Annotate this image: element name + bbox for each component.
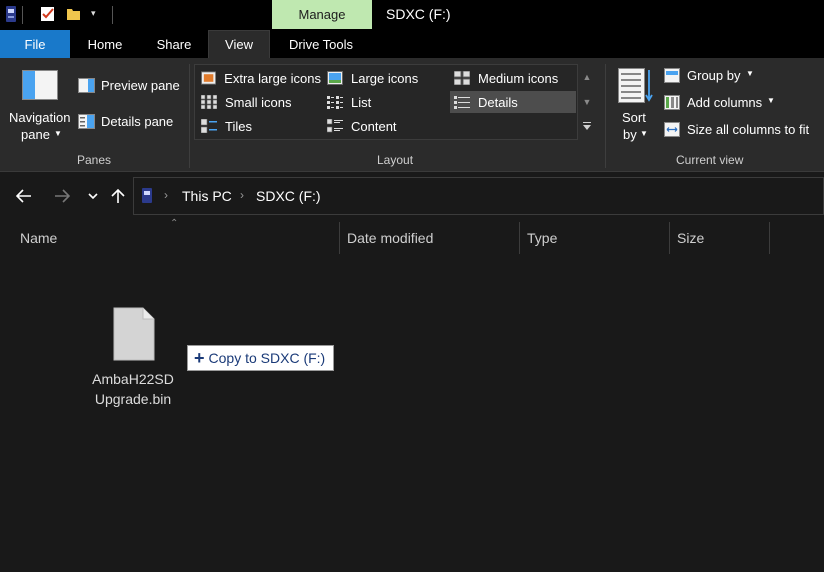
file-name-line-1: AmbaH22SD	[92, 371, 174, 387]
group-by-button[interactable]: Group by ▼	[664, 66, 814, 86]
navigation-bar: › This PC › SDXC (F:)	[0, 172, 824, 220]
layout-large-icons[interactable]: Large icons	[323, 67, 447, 89]
column-header-date-modified[interactable]: Date modified	[339, 222, 519, 254]
title-separator	[112, 6, 113, 24]
ribbon-tabs: File Home Share View Drive Tools	[0, 30, 824, 58]
drag-copy-tooltip-text: Copy to SDXC (F:)	[208, 350, 326, 366]
preview-pane-icon	[78, 78, 95, 96]
file-icon	[113, 307, 155, 364]
recent-locations-chevron-icon[interactable]	[83, 186, 103, 206]
tab-drive-tools[interactable]: Drive Tools	[270, 30, 372, 58]
plus-icon: +	[194, 348, 205, 368]
title-bar: ▾ Manage SDXC (F:)	[0, 0, 824, 30]
layout-item-label: Medium icons	[478, 70, 559, 86]
layout-list[interactable]: List	[323, 91, 447, 113]
layout-item-label: List	[351, 94, 372, 110]
customize-quick-access-icon[interactable]: ▾	[91, 8, 96, 19]
layout-expand-icon[interactable]	[580, 117, 594, 135]
current-view-group-label: Current view	[676, 153, 744, 167]
layout-item-label: Large icons	[351, 70, 419, 86]
layout-scroll-down-icon[interactable]: ▼	[580, 93, 594, 111]
small-icons-icon	[201, 95, 217, 109]
tab-share[interactable]: Share	[140, 30, 208, 58]
layout-gallery: Extra large icons Large icons Medium ico…	[194, 64, 578, 140]
layout-medium-icons[interactable]: Medium icons	[450, 67, 576, 89]
tab-manage[interactable]: Manage	[272, 0, 372, 29]
file-name-line-2: Upgrade.bin	[94, 391, 172, 407]
breadcrumb-this-pc[interactable]: This PC	[182, 188, 232, 204]
sort-by-dropdown-icon: ▼	[640, 129, 648, 138]
add-columns-label: Add columns	[687, 95, 763, 110]
forward-arrow-icon[interactable]	[52, 186, 72, 206]
layout-item-label: Small icons	[225, 94, 292, 110]
details-pane-icon	[78, 114, 95, 132]
group-separator	[605, 64, 606, 168]
details-pane-button[interactable]: Details pane	[78, 112, 182, 132]
group-by-dropdown-icon: ▼	[746, 69, 754, 78]
navigation-pane-icon	[22, 70, 58, 103]
content-view-icon	[327, 119, 343, 133]
properties-icon[interactable]	[40, 6, 56, 25]
tab-view[interactable]: View	[208, 30, 270, 58]
preview-pane-button[interactable]: Preview pane	[78, 76, 182, 96]
sort-by-icon	[618, 68, 654, 107]
layout-small-icons[interactable]: Small icons	[197, 91, 321, 113]
layout-item-label: Details	[478, 94, 518, 110]
ribbon: Navigation pane ▼ Preview pane Details p…	[0, 58, 824, 172]
column-header-type[interactable]: Type	[519, 222, 669, 254]
group-by-label: Group by	[687, 68, 741, 83]
preview-pane-label: Preview pane	[101, 78, 180, 93]
layout-item-label: Content	[351, 118, 397, 134]
layout-scroll-up-icon[interactable]: ▲	[580, 68, 594, 86]
back-arrow-icon[interactable]	[14, 186, 34, 206]
breadcrumb-sdxc[interactable]: SDXC (F:)	[256, 188, 321, 204]
tab-home[interactable]: Home	[70, 30, 140, 58]
medium-icons-icon	[454, 71, 470, 85]
sort-by-label-2: by	[623, 127, 637, 142]
column-header-name[interactable]: Name	[12, 222, 339, 254]
breadcrumb-chevron-icon[interactable]: ›	[240, 188, 244, 202]
quick-access-separator	[22, 6, 23, 24]
panes-group-label: Panes	[77, 153, 112, 167]
add-columns-button[interactable]: Add columns ▼	[664, 93, 814, 113]
group-by-icon	[664, 68, 680, 86]
layout-content[interactable]: Content	[323, 115, 447, 137]
drag-copy-tooltip: + Copy to SDXC (F:)	[187, 345, 335, 371]
drive-icon[interactable]	[5, 6, 17, 25]
layout-tiles[interactable]: Tiles	[197, 115, 321, 137]
breadcrumb-chevron-icon[interactable]: ›	[164, 188, 168, 202]
window-title: SDXC (F:)	[386, 6, 451, 22]
group-separator	[189, 64, 190, 168]
sort-by-button[interactable]: Sort by ▼	[612, 64, 658, 150]
large-icons-icon	[327, 71, 343, 85]
tiles-view-icon	[201, 119, 217, 133]
sort-by-label: Sort	[622, 110, 646, 125]
layout-details[interactable]: Details	[450, 91, 576, 113]
navigation-pane-label: Navigation	[9, 110, 71, 125]
navigation-pane-button[interactable]: Navigation pane ▼	[4, 64, 76, 150]
size-columns-icon	[664, 122, 680, 140]
file-name: AmbaH22SD Upgrade.bin	[85, 369, 181, 409]
details-view-icon	[454, 96, 470, 109]
size-all-columns-button[interactable]: Size all columns to fit	[664, 120, 820, 140]
new-folder-icon[interactable]	[66, 6, 82, 25]
up-arrow-icon[interactable]	[108, 186, 128, 206]
column-header-size[interactable]: Size	[669, 222, 769, 254]
layout-extra-large-icons[interactable]: Extra large icons	[197, 67, 321, 89]
drive-icon	[142, 188, 152, 206]
details-pane-label: Details pane	[101, 114, 174, 129]
layout-item-label: Extra large icons	[224, 70, 321, 86]
address-bar[interactable]: › This PC › SDXC (F:)	[133, 177, 824, 215]
column-separator[interactable]	[769, 222, 770, 254]
add-columns-icon	[664, 95, 680, 113]
add-columns-dropdown-icon: ▼	[767, 96, 775, 105]
layout-item-label: Tiles	[225, 118, 252, 134]
tab-file[interactable]: File	[0, 30, 70, 58]
layout-group-label: Layout	[377, 153, 414, 167]
extra-large-icons-icon	[201, 71, 217, 85]
navigation-pane-label-2: pane	[21, 127, 50, 142]
navigation-pane-dropdown-icon: ▼	[54, 129, 62, 138]
size-all-columns-label: Size all columns to fit	[687, 122, 810, 137]
list-view-icon	[327, 96, 343, 109]
